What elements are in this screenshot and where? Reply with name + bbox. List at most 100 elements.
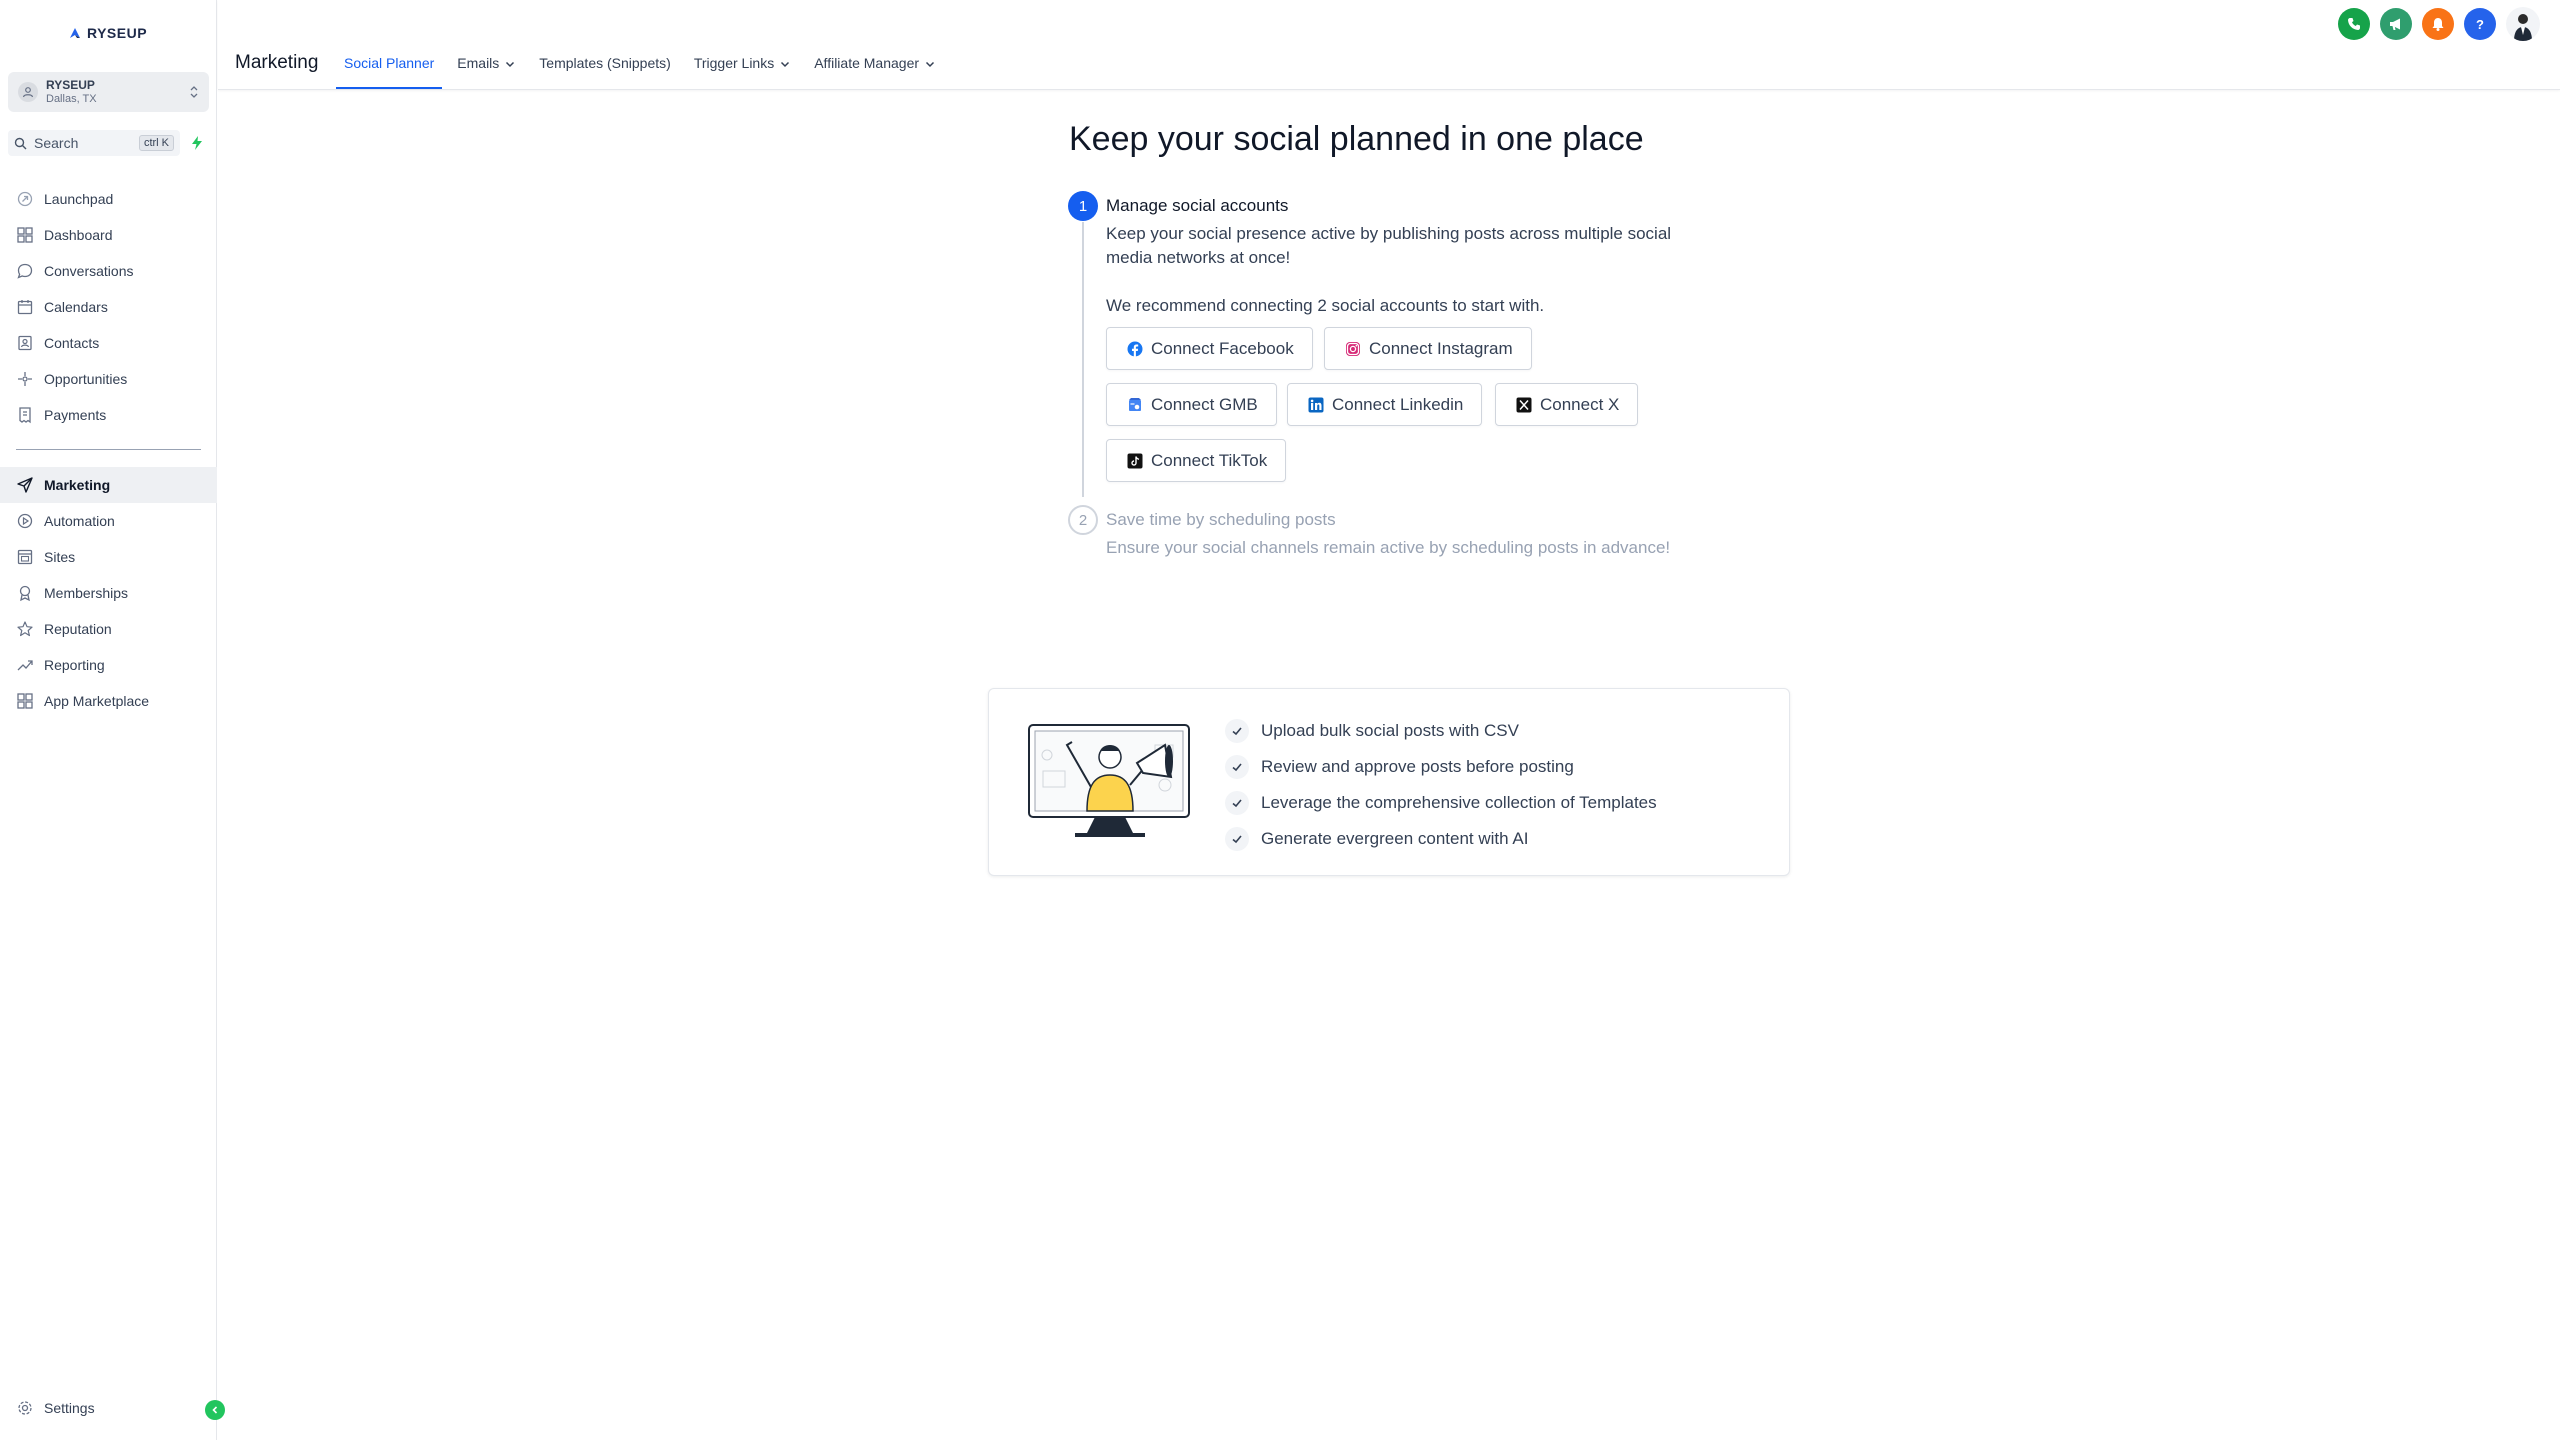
feature-text: Leverage the comprehensive collection of…	[1261, 793, 1657, 812]
sidebar-item-sites[interactable]: Sites	[0, 539, 217, 575]
account-name: RYSEUP	[46, 78, 95, 92]
bell-icon[interactable]	[2422, 8, 2454, 40]
connect-linkedin-button[interactable]: Connect Linkedin	[1287, 383, 1483, 426]
connect-facebook-button[interactable]: Connect Facebook	[1106, 327, 1313, 370]
user-avatar[interactable]	[2506, 7, 2540, 41]
brand-logo[interactable]: RYSEUP	[68, 25, 147, 41]
tab-trigger-links[interactable]: Trigger Links	[686, 45, 799, 89]
pipeline-icon	[18, 372, 32, 386]
connect-gmb-button[interactable]: Connect GMB	[1106, 383, 1277, 426]
sidebar-search: Search ctrl K	[8, 130, 209, 156]
sidebar-item-label: Memberships	[44, 585, 129, 601]
trend-icon	[17, 660, 33, 671]
button-label: Connect Facebook	[1151, 338, 1294, 358]
sidebar-item-label: Settings	[44, 1400, 95, 1416]
search-icon	[14, 137, 27, 149]
connect-tiktok-button[interactable]: Connect TikTok	[1106, 439, 1287, 482]
award-icon	[19, 585, 31, 602]
sidebar-item-launchpad[interactable]: Launchpad	[0, 181, 217, 217]
step-2-title: Save time by scheduling posts	[1106, 510, 1336, 529]
brand-name: RYSEUP	[87, 25, 148, 41]
sidebar-item-settings[interactable]: Settings	[0, 1390, 217, 1426]
receipt-icon	[19, 407, 31, 424]
chevron-down-icon	[506, 61, 515, 68]
sidebar: RYSEUP RYSEUP Dallas, TX Search ctrl K L…	[0, 0, 217, 1440]
account-location: Dallas, TX	[46, 93, 97, 105]
list-item: Leverage the comprehensive collection of…	[1225, 785, 1657, 821]
svg-text:?: ?	[2476, 17, 2484, 32]
sidebar-item-payments[interactable]: Payments	[0, 397, 217, 433]
list-item: Upload bulk social posts with CSV	[1225, 713, 1657, 749]
feature-text: Generate evergreen content with AI	[1261, 829, 1529, 848]
header-actions: ?	[2338, 7, 2540, 41]
connect-instagram-button[interactable]: Connect Instagram	[1324, 327, 1532, 370]
connect-x-button[interactable]: Connect X	[1495, 383, 1639, 426]
instagram-icon	[1346, 341, 1360, 356]
tab-label: Emails	[457, 55, 500, 71]
sidebar-item-marketing[interactable]: Marketing	[0, 467, 217, 503]
facebook-icon	[1127, 341, 1143, 357]
sidebar-item-app-marketplace[interactable]: App Marketplace	[0, 683, 217, 719]
chevron-updown-icon	[190, 86, 198, 98]
onboarding-headline: Keep your social planned in one place	[1069, 120, 1644, 158]
tab-social-planner[interactable]: Social Planner	[336, 45, 443, 89]
step-1-recommendation: We recommend connecting 2 social account…	[1106, 296, 1545, 315]
quick-actions-bolt-icon[interactable]	[187, 133, 207, 153]
sidebar-item-label: Payments	[44, 407, 107, 423]
check-icon	[1225, 827, 1249, 851]
list-item: Review and approve posts before posting	[1225, 749, 1657, 785]
tab-emails[interactable]: Emails	[449, 45, 524, 89]
sidebar-item-label: Reporting	[44, 657, 105, 673]
sidebar-item-label: Conversations	[44, 263, 134, 279]
features-list: Upload bulk social posts with CSV Review…	[1225, 713, 1657, 857]
chat-icon	[17, 263, 33, 279]
calendar-icon	[17, 300, 33, 315]
sidebar-item-contacts[interactable]: Contacts	[0, 325, 217, 361]
phone-icon[interactable]	[2338, 8, 2370, 40]
x-twitter-icon	[1516, 397, 1532, 412]
contacts-icon	[18, 335, 32, 351]
top-bar: Marketing Social Planner Emails Template…	[218, 0, 2560, 90]
feature-text: Review and approve posts before posting	[1261, 757, 1574, 776]
sidebar-item-dashboard[interactable]: Dashboard	[0, 217, 217, 253]
grid-icon	[17, 227, 33, 243]
step-2-description: Ensure your social channels remain activ…	[1106, 538, 1671, 557]
account-switcher[interactable]: RYSEUP Dallas, TX	[8, 72, 209, 112]
button-label: Connect X	[1540, 394, 1620, 414]
sidebar-item-memberships[interactable]: Memberships	[0, 575, 217, 611]
search-placeholder: Search	[34, 135, 79, 151]
sites-icon	[17, 549, 33, 565]
button-label: Connect GMB	[1151, 394, 1258, 414]
sidebar-item-label: App Marketplace	[44, 693, 150, 709]
search-input[interactable]: Search ctrl K	[8, 130, 180, 156]
send-icon	[17, 477, 33, 493]
sidebar-item-reporting[interactable]: Reporting	[0, 647, 217, 683]
features-card: Upload bulk social posts with CSV Review…	[988, 688, 1790, 876]
linkedin-icon	[1308, 397, 1324, 412]
sidebar-item-reputation[interactable]: Reputation	[0, 611, 217, 647]
sidebar-item-label: Sites	[44, 549, 76, 565]
check-icon	[1225, 791, 1249, 815]
sidebar-item-calendars[interactable]: Calendars	[0, 289, 217, 325]
page-title: Marketing	[235, 52, 319, 73]
sidebar-item-label: Opportunities	[44, 371, 128, 387]
step-1-indicator: 1	[1068, 191, 1098, 221]
sidebar-item-conversations[interactable]: Conversations	[0, 253, 217, 289]
sidebar-item-label: Launchpad	[44, 191, 114, 207]
tab-templates-snippets[interactable]: Templates (Snippets)	[531, 45, 679, 89]
collapse-sidebar-button[interactable]	[205, 1400, 225, 1420]
step-2-indicator: 2	[1068, 505, 1098, 535]
sidebar-item-opportunities[interactable]: Opportunities	[0, 361, 217, 397]
tab-label: Affiliate Manager	[814, 55, 920, 71]
chevron-down-icon	[926, 61, 935, 68]
list-item: Generate evergreen content with AI	[1225, 821, 1657, 857]
sidebar-item-label: Automation	[44, 513, 115, 529]
account-avatar-icon	[18, 82, 38, 102]
sidebar-item-automation[interactable]: Automation	[0, 503, 217, 539]
sidebar-divider	[16, 449, 201, 450]
check-icon	[1225, 755, 1249, 779]
tab-label: Templates (Snippets)	[539, 55, 671, 71]
megaphone-icon[interactable]	[2380, 8, 2412, 40]
help-icon[interactable]: ?	[2464, 8, 2496, 40]
tab-affiliate-manager[interactable]: Affiliate Manager	[806, 45, 944, 89]
